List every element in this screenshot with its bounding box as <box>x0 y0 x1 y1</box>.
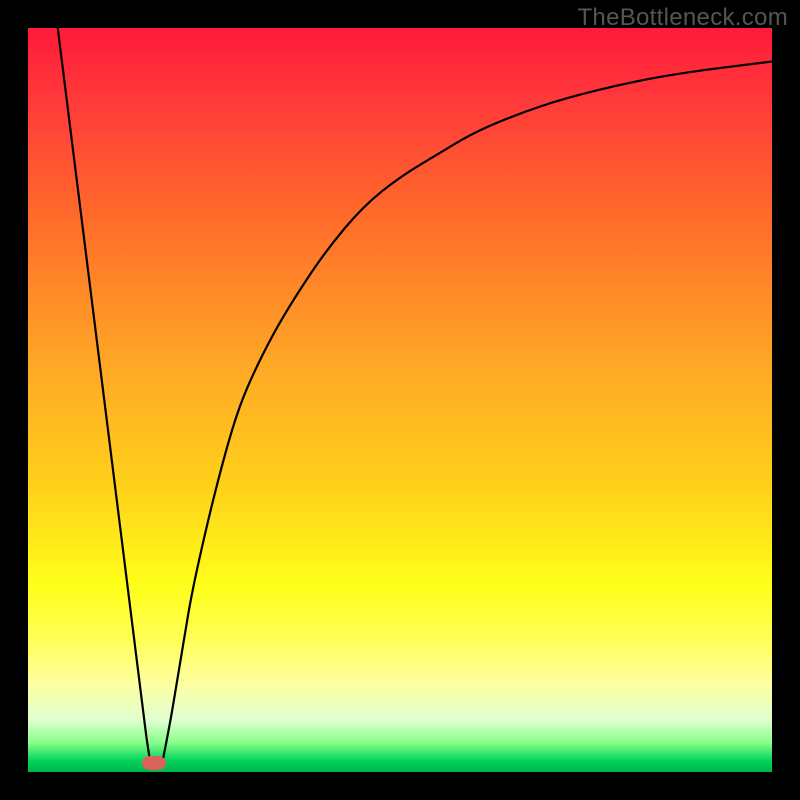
curve-left-branch <box>58 28 151 765</box>
plot-area <box>28 28 772 772</box>
minimum-marker <box>142 756 166 770</box>
curve-right-branch <box>162 61 772 764</box>
chart-frame: TheBottleneck.com <box>0 0 800 800</box>
curve-layer <box>28 28 772 772</box>
watermark-text: TheBottleneck.com <box>577 4 788 32</box>
